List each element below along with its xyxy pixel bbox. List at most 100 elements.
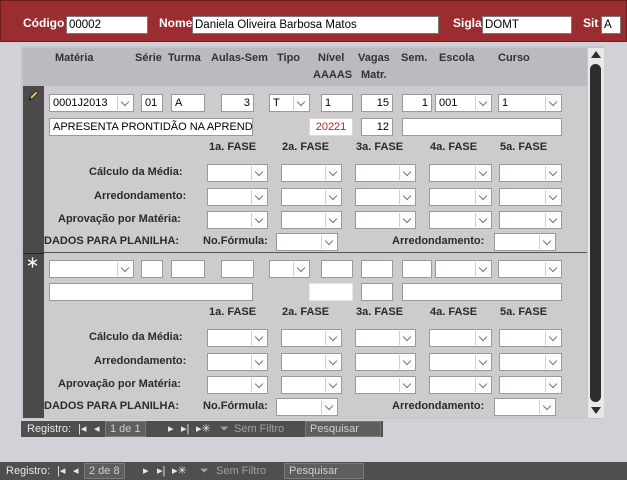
arred-fase4-combo[interactable] xyxy=(429,353,492,371)
chevron-down-icon[interactable] xyxy=(545,355,560,369)
planilha-arredondamento-combo[interactable] xyxy=(494,398,556,416)
chevron-down-icon[interactable] xyxy=(325,166,340,180)
aulas-sem-field[interactable] xyxy=(221,260,254,278)
observacao-field[interactable] xyxy=(402,283,562,301)
codigo-field[interactable]: 00002 xyxy=(66,16,148,34)
matr-field[interactable]: 12 xyxy=(361,118,393,136)
aprov-fase5-combo[interactable] xyxy=(499,211,562,229)
aprov-fase1-combo[interactable] xyxy=(207,376,268,394)
aaaas-field[interactable]: 20221 xyxy=(309,118,353,136)
chevron-down-icon[interactable] xyxy=(475,213,490,227)
serie-field[interactable]: 01 xyxy=(141,94,163,112)
calc-fase3-combo[interactable] xyxy=(355,329,416,347)
chevron-down-icon[interactable] xyxy=(251,213,266,227)
chevron-down-icon[interactable] xyxy=(539,235,554,249)
chevron-down-icon[interactable] xyxy=(399,190,414,204)
chevron-down-icon[interactable] xyxy=(325,331,340,345)
calc-fase2-combo[interactable] xyxy=(281,164,342,182)
chevron-down-icon[interactable] xyxy=(545,262,560,276)
chevron-down-icon[interactable] xyxy=(251,331,266,345)
matr-field[interactable] xyxy=(361,283,393,301)
chevron-down-icon[interactable] xyxy=(399,331,414,345)
arred-fase4-combo[interactable] xyxy=(429,188,492,206)
funnel-icon[interactable]: ⏷ xyxy=(220,422,229,436)
aprov-fase1-combo[interactable] xyxy=(207,211,268,229)
escola-combo[interactable] xyxy=(435,260,492,278)
search-box[interactable]: Pesquisar xyxy=(305,421,381,437)
arred-fase2-combo[interactable] xyxy=(281,353,342,371)
chevron-down-icon[interactable] xyxy=(293,96,308,110)
chevron-down-icon[interactable] xyxy=(399,378,414,392)
aprov-fase2-combo[interactable] xyxy=(281,376,342,394)
aprov-fase3-combo[interactable] xyxy=(355,211,416,229)
calc-fase1-combo[interactable] xyxy=(207,329,268,347)
record-position[interactable]: 2 de 8 xyxy=(84,463,125,479)
sit-field[interactable]: A xyxy=(601,16,621,34)
last-record-icon[interactable]: ▸| xyxy=(181,422,189,436)
prev-record-icon[interactable]: ◂ xyxy=(94,422,100,436)
chevron-down-icon[interactable] xyxy=(545,96,560,110)
chevron-down-icon[interactable] xyxy=(545,213,560,227)
chevron-down-icon[interactable] xyxy=(545,190,560,204)
planilha-arredondamento-combo[interactable] xyxy=(494,233,556,251)
calc-fase2-combo[interactable] xyxy=(281,329,342,347)
first-record-icon[interactable]: |◂ xyxy=(57,464,65,478)
calc-fase5-combo[interactable] xyxy=(499,329,562,347)
chevron-down-icon[interactable] xyxy=(539,400,554,414)
chevron-down-icon[interactable] xyxy=(325,190,340,204)
aprov-fase4-combo[interactable] xyxy=(429,211,492,229)
chevron-down-icon[interactable] xyxy=(399,166,414,180)
materia-combo[interactable] xyxy=(49,260,134,278)
arred-fase3-combo[interactable] xyxy=(355,188,416,206)
calc-fase3-combo[interactable] xyxy=(355,164,416,182)
chevron-down-icon[interactable] xyxy=(399,355,414,369)
nivel-field[interactable]: 1 xyxy=(321,94,353,112)
prev-record-icon[interactable]: ◂ xyxy=(73,464,79,478)
next-record-icon[interactable]: ▸ xyxy=(168,422,174,436)
chevron-down-icon[interactable] xyxy=(293,262,308,276)
new-record-icon[interactable]: ▸✳ xyxy=(172,464,187,478)
chevron-down-icon[interactable] xyxy=(251,378,266,392)
aprov-fase5-combo[interactable] xyxy=(499,376,562,394)
chevron-down-icon[interactable] xyxy=(475,378,490,392)
search-box[interactable]: Pesquisar xyxy=(284,463,364,479)
vagas-field[interactable] xyxy=(361,260,393,278)
chevron-down-icon[interactable] xyxy=(117,96,132,110)
curso-combo[interactable] xyxy=(498,260,562,278)
arred-fase5-combo[interactable] xyxy=(499,188,562,206)
chevron-down-icon[interactable] xyxy=(475,355,490,369)
calc-fase4-combo[interactable] xyxy=(429,329,492,347)
aulas-sem-field[interactable]: 3 xyxy=(221,94,254,112)
sem-field[interactable] xyxy=(402,260,432,278)
arred-fase3-combo[interactable] xyxy=(355,353,416,371)
no-formula-combo[interactable] xyxy=(276,233,338,251)
escola-combo[interactable]: 001 xyxy=(435,94,492,112)
descricao-field[interactable]: APRESENTA PRONTIDÃO NA APREND xyxy=(49,118,253,136)
chevron-down-icon[interactable] xyxy=(325,355,340,369)
chevron-down-icon[interactable] xyxy=(251,166,266,180)
observacao-field[interactable] xyxy=(402,118,562,136)
chevron-down-icon[interactable] xyxy=(475,190,490,204)
curso-combo[interactable]: 1 xyxy=(498,94,562,112)
calc-fase5-combo[interactable] xyxy=(499,164,562,182)
aprov-fase4-combo[interactable] xyxy=(429,376,492,394)
tipo-combo[interactable] xyxy=(269,260,310,278)
scroll-up-arrow-icon[interactable] xyxy=(591,51,601,58)
chevron-down-icon[interactable] xyxy=(545,378,560,392)
arred-fase1-combo[interactable] xyxy=(207,353,268,371)
chevron-down-icon[interactable] xyxy=(399,213,414,227)
chevron-down-icon[interactable] xyxy=(475,262,490,276)
turma-field[interactable]: A xyxy=(171,94,205,112)
chevron-down-icon[interactable] xyxy=(545,166,560,180)
first-record-icon[interactable]: |◂ xyxy=(78,422,86,436)
filter-status[interactable]: Sem Filtro xyxy=(234,422,284,436)
chevron-down-icon[interactable] xyxy=(251,355,266,369)
nome-field[interactable]: Daniela Oliveira Barbosa Matos xyxy=(192,16,439,34)
record-position[interactable]: 1 de 1 xyxy=(105,421,146,437)
chevron-down-icon[interactable] xyxy=(251,190,266,204)
turma-field[interactable] xyxy=(171,260,205,278)
calc-fase4-combo[interactable] xyxy=(429,164,492,182)
chevron-down-icon[interactable] xyxy=(325,213,340,227)
aaaas-field[interactable] xyxy=(309,283,353,301)
arred-fase1-combo[interactable] xyxy=(207,188,268,206)
